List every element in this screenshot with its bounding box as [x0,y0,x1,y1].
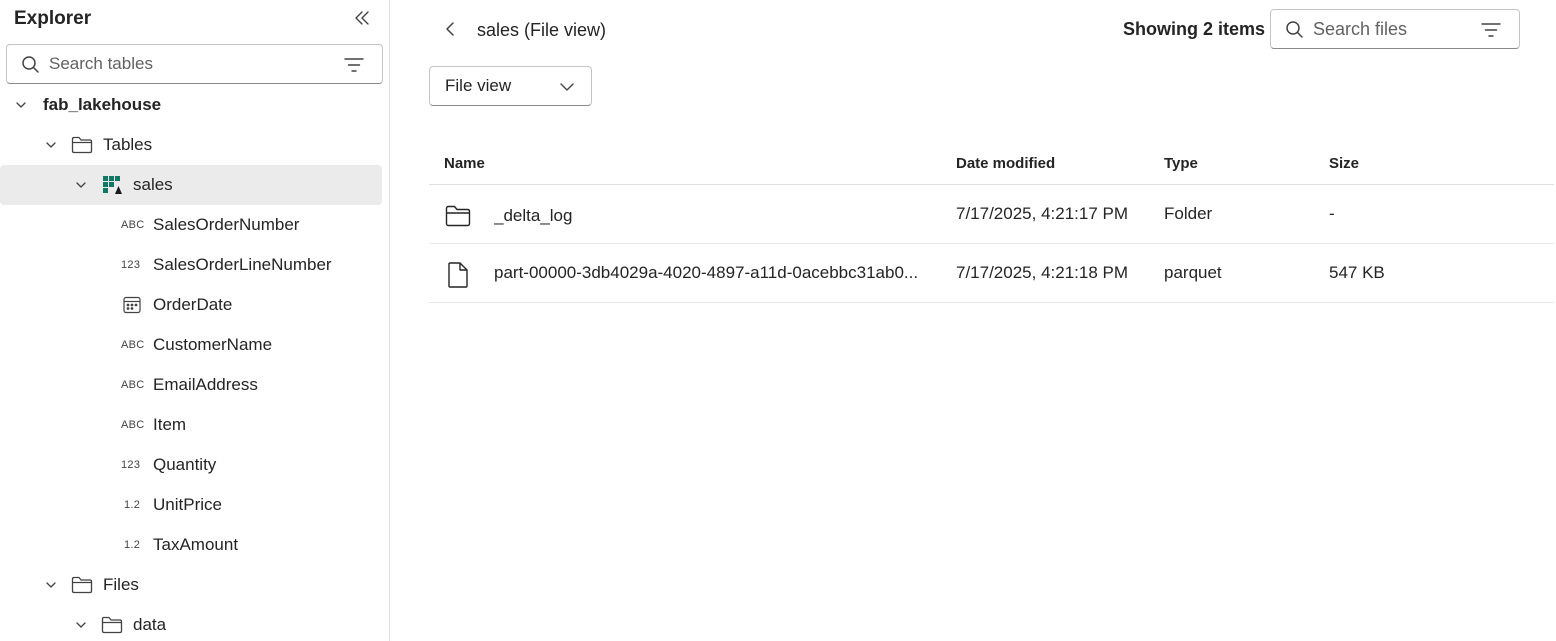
file-type: Folder [1164,204,1213,223]
tree-item-data-folder[interactable]: data [0,605,389,641]
file-view-pane: sales (File view) Showing 2 items File v… [391,0,1556,641]
tree-item-column[interactable]: ABC SalesOrderNumber [0,205,389,245]
string-type-icon: ABC [121,419,145,431]
data-folder-label: data [133,615,167,634]
integer-type-icon: 123 [121,259,141,271]
explorer-pane: Explorer fab_lakehouse [0,0,390,641]
date-modified: 7/17/2025, 4:21:17 PM [956,204,1129,223]
back-button[interactable] [439,20,461,42]
file-name[interactable]: _delta_log [494,206,934,226]
chevron-down-icon[interactable] [44,138,58,152]
column-header-date[interactable]: Date modified [956,155,1055,172]
column-label: SalesOrderNumber [153,215,300,234]
calendar-icon [121,294,143,316]
tree-item-column[interactable]: 123 Quantity [0,445,389,485]
search-icon [1285,19,1305,39]
tree-item-tables[interactable]: Tables [0,125,389,165]
explorer-tree: fab_lakehouse Tables sales ABC SalesOrde… [0,85,389,641]
collapse-pane-button[interactable] [350,8,374,32]
item-count: Showing 2 items [1123,19,1266,39]
files-table: Name Date modified Type Size _delta_log … [429,143,1554,303]
tree-item-sales-table[interactable]: sales [0,165,382,205]
column-header-size[interactable]: Size [1329,155,1359,172]
search-tables-box [6,44,383,84]
column-label: EmailAddress [153,375,258,394]
integer-type-icon: 123 [121,459,141,471]
file-size: - [1329,204,1335,223]
decimal-type-icon: 1.2 [124,499,141,511]
tree-item-column[interactable]: OrderDate [0,285,389,325]
tree-item-column[interactable]: 1.2 UnitPrice [0,485,389,525]
column-label: Item [153,415,187,434]
search-files-input[interactable] [1313,18,1473,40]
tree-item-column[interactable]: 1.2 TaxAmount [0,525,389,565]
file-name[interactable]: part-00000-3db4029a-4020-4897-a11d-0aceb… [494,263,934,283]
chevron-down-icon[interactable] [14,98,28,112]
table-row[interactable]: part-00000-3db4029a-4020-4897-a11d-0aceb… [429,244,1554,303]
column-header-name[interactable]: Name [444,155,485,172]
folder-icon [101,614,123,636]
chevron-left-icon [443,21,457,42]
search-icon [21,54,41,74]
chevron-down-icon[interactable] [44,578,58,592]
string-type-icon: ABC [121,339,145,351]
file-size: 547 KB [1329,263,1385,282]
tree-item-files[interactable]: Files [0,565,389,605]
column-label: CustomerName [153,335,273,354]
lakehouse-label: fab_lakehouse [43,95,162,114]
sales-table-label: sales [133,175,173,194]
date-modified: 7/17/2025, 4:21:18 PM [956,263,1129,282]
breadcrumb: sales (File view) [477,20,607,40]
column-label: UnitPrice [153,495,222,514]
double-chevron-left-icon [353,9,371,32]
files-label: Files [103,575,139,594]
tables-label: Tables [103,135,153,154]
column-label: Quantity [153,455,217,474]
view-dropdown[interactable]: File view [429,66,592,106]
search-files-box [1270,9,1520,49]
column-label: SalesOrderLineNumber [153,255,332,274]
string-type-icon: ABC [121,219,145,231]
search-tables-input[interactable] [49,54,329,74]
chevron-down-icon [559,79,575,95]
filter-icon[interactable] [344,55,364,75]
chevron-down-icon[interactable] [74,178,88,192]
column-header-type[interactable]: Type [1164,155,1198,172]
folder-icon [71,134,93,156]
tree-item-column[interactable]: ABC CustomerName [0,325,389,365]
delta-table-icon [101,174,123,196]
file-type: parquet [1164,263,1222,282]
tree-item-column[interactable]: ABC Item [0,405,389,445]
string-type-icon: ABC [121,379,145,391]
column-label: TaxAmount [153,535,239,554]
folder-icon [445,203,471,229]
folder-icon [71,574,93,596]
file-icon [445,262,471,288]
column-label: OrderDate [153,295,233,314]
explorer-title: Explorer [14,8,92,29]
tree-item-lakehouse[interactable]: fab_lakehouse [0,85,389,125]
chevron-down-icon[interactable] [74,618,88,632]
table-row[interactable]: _delta_log 7/17/2025, 4:21:17 PM Folder … [429,185,1554,244]
filter-icon[interactable] [1481,20,1501,40]
view-dropdown-label: File view [445,76,512,95]
decimal-type-icon: 1.2 [124,539,141,551]
tree-item-column[interactable]: 123 SalesOrderLineNumber [0,245,389,285]
table-header: Name Date modified Type Size [429,143,1554,185]
tree-item-column[interactable]: ABC EmailAddress [0,365,389,405]
